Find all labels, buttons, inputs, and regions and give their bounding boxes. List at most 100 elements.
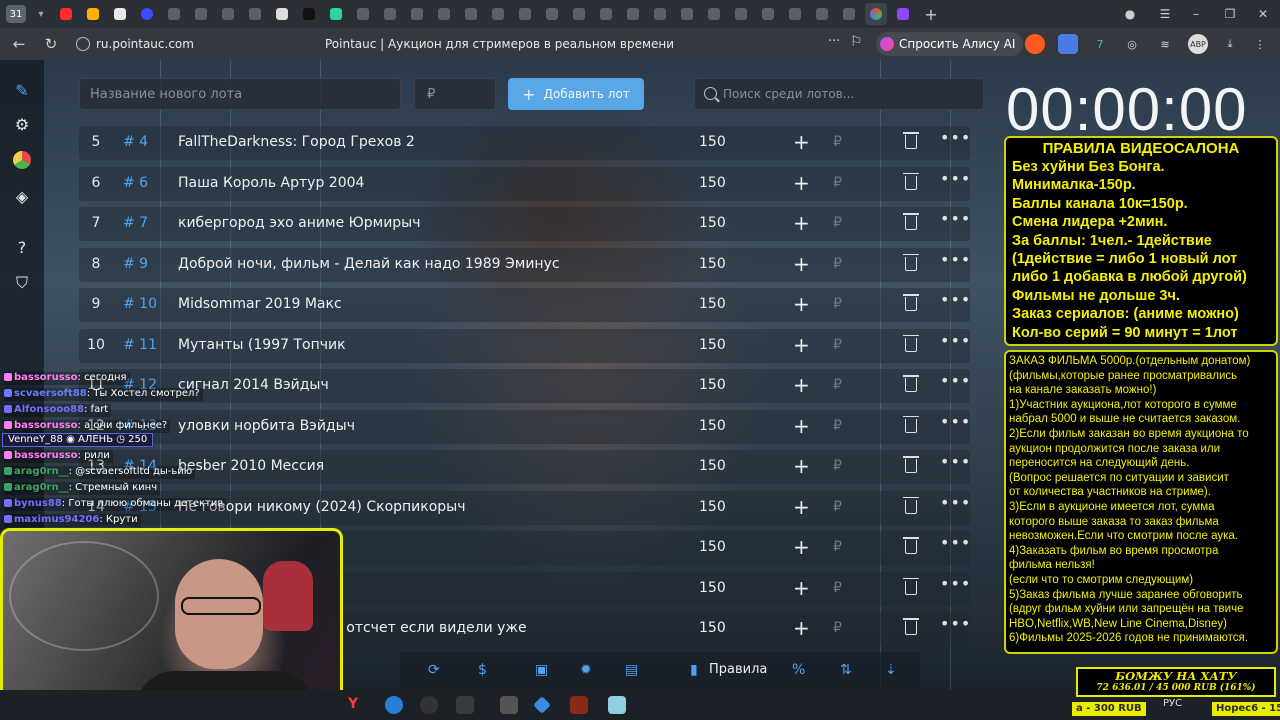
chat-username[interactable]: maximus94206 [14, 514, 99, 525]
lot-row[interactable]: 6 # 6 Паша Король Артур 2004 150 ₽ + ••• [79, 166, 971, 201]
more-options-icon[interactable]: ••• [940, 169, 971, 188]
lot-id[interactable]: # 6 [123, 175, 148, 191]
trash-icon[interactable] [903, 496, 919, 514]
settings-icon[interactable]: ⚙ [10, 112, 34, 136]
lot-search-input[interactable] [723, 79, 978, 109]
reload-icon[interactable]: ↻ [38, 31, 64, 57]
more-options-icon[interactable]: ••• [940, 493, 971, 512]
extension-menu-icon[interactable]: ⋮ [1250, 34, 1270, 54]
taskbar-tray-app-icon[interactable] [608, 696, 626, 714]
add-to-lot-icon[interactable]: + [793, 454, 810, 478]
chat-username[interactable]: Alfonsooo88 [14, 404, 84, 415]
more-options-icon[interactable]: ••• [940, 574, 971, 593]
lot-amount[interactable]: 150 [699, 296, 726, 312]
tab-green[interactable] [325, 3, 347, 25]
taskbar-yandex-icon[interactable]: Y [348, 696, 366, 714]
new-tab-icon[interactable]: + [920, 3, 942, 25]
lot-id[interactable]: # 11 [123, 337, 157, 353]
lot-name[interactable]: besber 2010 Мессия [178, 458, 668, 474]
extension-abp-icon[interactable]: ABP [1188, 34, 1208, 54]
trash-icon[interactable] [903, 618, 919, 635]
chat-username[interactable]: bassorusso [14, 372, 78, 383]
dollar-icon[interactable]: $ [478, 662, 487, 678]
add-to-lot-icon[interactable]: + [793, 292, 810, 316]
rules-button[interactable]: Правила [709, 662, 767, 677]
taskbar-lock-icon[interactable] [500, 696, 518, 714]
trash-icon[interactable] [903, 294, 919, 311]
more-actions-icon[interactable]: ··· [828, 34, 840, 49]
lot-name[interactable]: Midsommar 2019 Макс [178, 296, 668, 312]
lot-amount[interactable]: 150 [699, 418, 726, 434]
taskbar-app-icon[interactable] [456, 696, 474, 714]
chat-username[interactable]: bynus88 [14, 498, 62, 509]
more-options-icon[interactable]: ••• [940, 331, 971, 350]
new-lot-price-input[interactable] [414, 78, 496, 110]
tab-placeholder-2[interactable] [190, 3, 212, 25]
tab-placeholder-14[interactable] [595, 3, 617, 25]
add-to-lot-icon[interactable]: + [793, 616, 810, 640]
tab-youtube[interactable] [55, 3, 77, 25]
tab-placeholder-17[interactable] [676, 3, 698, 25]
lot-id[interactable]: # 7 [123, 215, 148, 231]
extension-glasses-icon[interactable]: ◎ [1122, 34, 1142, 54]
bug-icon[interactable]: ✹ [580, 662, 592, 678]
refresh-icon[interactable]: ⟳ [428, 662, 440, 678]
arrows-icon[interactable]: ⇣ [885, 662, 897, 678]
more-options-icon[interactable]: ••• [940, 614, 971, 633]
more-options-icon[interactable]: ••• [940, 128, 971, 147]
lot-name[interactable]: уловки норбита Вэйдыч [178, 418, 668, 434]
tab-placeholder-20[interactable] [757, 3, 779, 25]
lot-name[interactable]: Мутанты (1997 Топчик [178, 337, 668, 353]
chat-username[interactable]: bassorusso [14, 420, 78, 431]
add-to-lot-icon[interactable]: + [793, 252, 810, 276]
close-icon[interactable]: ✕ [1243, 4, 1280, 24]
lot-name[interactable]: Доброй ночи, фильм - Делай как надо 1989… [178, 256, 668, 272]
auction-hammer-icon[interactable]: ✎ [10, 78, 34, 102]
more-options-icon[interactable]: ••• [940, 533, 971, 552]
tab-placeholder-16[interactable] [649, 3, 671, 25]
lot-row[interactable]: 7 # 7 кибергород эхо аниме Юрмирыч 150 ₽ + ••• [79, 207, 970, 241]
tab-chess[interactable] [109, 3, 131, 25]
extension-yandex-icon[interactable] [1025, 34, 1045, 54]
tab-placeholder-10[interactable] [487, 3, 509, 25]
trash-icon[interactable] [903, 253, 919, 271]
tab-dark[interactable] [298, 3, 320, 25]
trash-icon[interactable] [903, 375, 919, 392]
trash-icon[interactable] [903, 577, 919, 595]
profile-icon[interactable]: ● [1110, 4, 1150, 24]
lot-amount[interactable]: 150 [699, 337, 726, 353]
more-options-icon[interactable]: ••• [940, 412, 971, 431]
tab-placeholder-5[interactable] [352, 3, 374, 25]
tab-placeholder-8[interactable] [433, 3, 455, 25]
add-to-lot-icon[interactable]: + [793, 495, 810, 519]
percent-icon[interactable]: % [792, 662, 805, 678]
tab-placeholder-18[interactable] [703, 3, 725, 25]
extension-7tv-icon[interactable]: 7 [1090, 34, 1110, 54]
lot-id[interactable]: # 4 [123, 134, 148, 150]
taskbar-obs-icon[interactable] [420, 696, 438, 714]
add-lot-button[interactable]: + Добавить лот [508, 78, 644, 110]
lot-row[interactable]: 10 # 11 Мутанты (1997 Топчик 150 ₽ + ••• [79, 328, 971, 363]
chat-username[interactable]: arag0rn__ [14, 482, 69, 493]
lot-amount[interactable]: 150 [699, 499, 726, 515]
bookmark-icon[interactable]: ⚐ [850, 34, 863, 50]
tab-d[interactable] [136, 3, 158, 25]
trash-icon[interactable] [903, 334, 919, 352]
lot-id[interactable]: # 10 [123, 296, 157, 312]
lot-row[interactable]: 5 # 4 FallTheDarkness: Город Грехов 2 150 ₽ +… [79, 126, 970, 160]
rules-book-icon[interactable]: ▮ [690, 662, 698, 678]
trash-icon[interactable] [903, 213, 919, 230]
tab-placeholder-9[interactable] [460, 3, 482, 25]
download-icon[interactable]: ⤓ [1220, 34, 1240, 54]
lot-amount[interactable]: 150 [699, 580, 726, 596]
lot-name[interactable]: Паша Король Артур 2004 [178, 175, 668, 191]
chevron-down-icon[interactable]: ▾ [32, 5, 50, 23]
add-to-lot-icon[interactable]: + [793, 211, 810, 235]
lot-amount[interactable]: 150 [699, 458, 726, 474]
trash-icon[interactable] [903, 132, 919, 149]
tab-placeholder-3[interactable] [217, 3, 239, 25]
lot-amount[interactable]: 150 [699, 539, 726, 555]
tab-placeholder-11[interactable] [514, 3, 536, 25]
taskbar-browser-icon[interactable] [385, 696, 403, 714]
layers-icon[interactable]: ◈ [10, 184, 34, 208]
